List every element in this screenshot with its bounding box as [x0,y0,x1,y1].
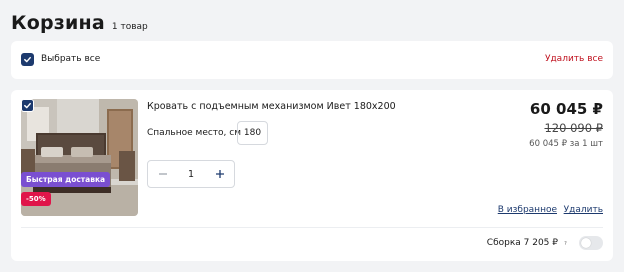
select-all-checkbox[interactable] [21,53,34,66]
divider [21,227,603,228]
assembly-toggle[interactable] [579,236,603,250]
minus-icon [158,173,167,175]
current-price: 60 045 ₽ [529,100,603,118]
item-checkbox[interactable] [21,99,34,112]
select-all-bar: Выбрать все Удалить все [11,41,613,79]
size-option-label: Спальное место, см [147,128,242,138]
question-icon[interactable]: ? [562,240,569,247]
add-to-favorites-link[interactable]: В избранное [498,205,557,215]
product-name[interactable]: Кровать с подъемным механизмом Ивет 180x… [147,101,396,112]
plus-icon [215,170,224,178]
check-icon [24,102,31,109]
remove-item-link[interactable]: Удалить [564,205,603,215]
increase-button[interactable] [205,161,234,187]
toggle-knob [581,238,591,248]
size-option-value[interactable]: 180 [237,121,268,145]
item-count: 1 товар [111,22,148,32]
quantity-value[interactable]: 1 [177,169,205,180]
page-title: Корзина [11,12,105,34]
cart-header: Корзина 1 товар [11,12,148,34]
decrease-button[interactable] [148,161,177,187]
check-icon [24,56,31,63]
delete-all-button[interactable]: Удалить все [545,54,603,64]
fast-delivery-badge: Быстрая доставка [21,172,111,187]
cart-item: Быстрая доставка -50% Кровать с подъемны… [11,90,613,261]
assembly-label: Сборка 7 205 ₽ [486,238,558,248]
quantity-stepper: 1 [147,160,235,188]
discount-badge: -50% [21,192,51,206]
unit-price: 60 045 ₽ за 1 шт [529,139,603,149]
select-all-label[interactable]: Выбрать все [41,54,100,64]
old-price: 120 090 ₽ [544,121,603,135]
